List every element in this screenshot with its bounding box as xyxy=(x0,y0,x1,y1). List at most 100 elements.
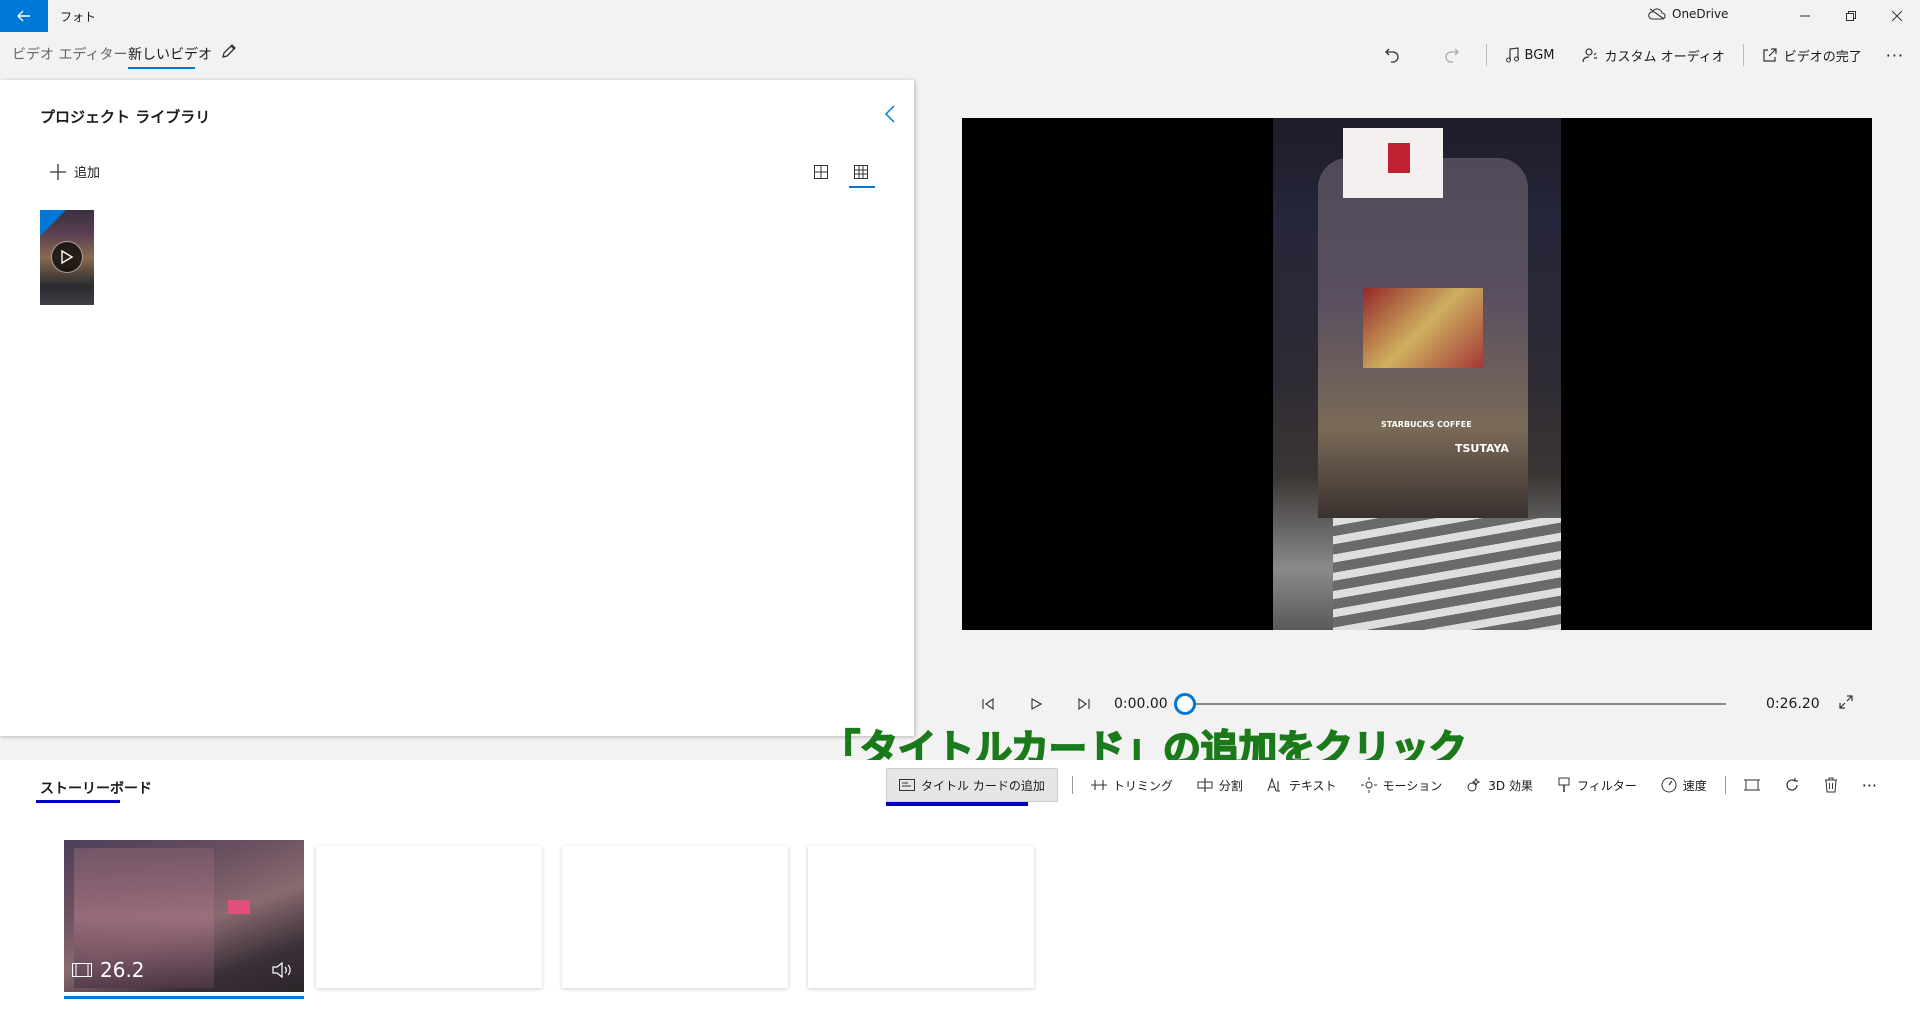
add-media-label: 追加 xyxy=(74,166,101,181)
play-button[interactable] xyxy=(1026,694,1046,714)
play-video-button[interactable] xyxy=(51,241,83,273)
collapse-library-button[interactable] xyxy=(884,104,896,128)
seek-thumb[interactable] xyxy=(1174,693,1196,715)
previous-frame-button[interactable] xyxy=(978,694,998,714)
split-button[interactable]: 分割 xyxy=(1185,768,1255,802)
plus-icon xyxy=(50,163,66,180)
breadcrumb-video-editor[interactable]: ビデオ エディター xyxy=(12,44,127,64)
small-grid-view-button[interactable] xyxy=(849,162,873,182)
close-button[interactable] xyxy=(1874,0,1920,32)
restore-button[interactable] xyxy=(1828,0,1874,32)
trim-label: トリミング xyxy=(1112,778,1173,793)
motion-button[interactable]: モーション xyxy=(1349,768,1455,802)
trim-icon xyxy=(1090,780,1107,790)
redo-button[interactable] xyxy=(1422,40,1482,70)
cloud-off-icon xyxy=(1648,8,1666,20)
restore-icon xyxy=(1846,11,1856,21)
add-media-button[interactable]: 追加 xyxy=(50,162,100,181)
storyboard-toolbar: タイトル カードの追加 トリミング 分割 テキスト モーション 3D 効果 フィ… xyxy=(886,768,1889,806)
clip-selected-underline xyxy=(64,996,304,999)
bgm-button[interactable]: BGM xyxy=(1491,40,1569,70)
used-in-project-corner xyxy=(40,210,66,236)
more-options-button[interactable]: ··· xyxy=(1876,40,1920,70)
video-frame-image: STARBUCKS COFFEE TSUTAYA xyxy=(1273,118,1561,630)
undo-button[interactable] xyxy=(1362,40,1422,70)
project-library-title: プロジェクト ライブラリ xyxy=(40,108,211,126)
3d-effects-label: 3D 効果 xyxy=(1488,778,1533,793)
scene-sign-starbucks: STARBUCKS COFFEE xyxy=(1381,420,1472,429)
title-card-icon xyxy=(899,779,915,791)
storyboard-clip[interactable]: 26.2 xyxy=(64,840,304,992)
bgm-label: BGM xyxy=(1524,47,1555,63)
speed-label: 速度 xyxy=(1682,778,1707,793)
empty-storyboard-slot[interactable] xyxy=(562,846,788,988)
view-selected-underline xyxy=(849,186,875,188)
command-separator xyxy=(1742,44,1744,66)
trash-icon xyxy=(1824,777,1837,793)
resize-button[interactable] xyxy=(1732,768,1772,802)
resize-frame-icon xyxy=(1743,779,1760,791)
motion-label: モーション xyxy=(1382,778,1443,793)
onedrive-status[interactable]: OneDrive xyxy=(1648,7,1728,21)
command-separator xyxy=(1485,44,1487,66)
split-label: 分割 xyxy=(1218,778,1243,793)
step-back-icon xyxy=(982,698,994,710)
large-grid-view-button[interactable] xyxy=(809,162,833,182)
split-icon xyxy=(1197,778,1213,792)
next-frame-button[interactable] xyxy=(1074,694,1094,714)
trim-button[interactable]: トリミング xyxy=(1079,768,1185,802)
fullscreen-button[interactable] xyxy=(1838,694,1854,714)
filter-brush-icon xyxy=(1558,777,1570,792)
film-icon xyxy=(72,963,92,977)
clip-info: 26.2 xyxy=(72,958,145,982)
empty-storyboard-slot[interactable] xyxy=(808,846,1034,988)
scene-sign-tsutaya: TSUTAYA xyxy=(1455,442,1509,455)
delete-button[interactable] xyxy=(1812,768,1850,802)
rename-button[interactable] xyxy=(220,42,238,64)
minimize-icon xyxy=(1800,15,1810,17)
speaker-icon xyxy=(272,961,291,979)
minimize-button[interactable] xyxy=(1782,0,1828,32)
video-preview[interactable]: STARBUCKS COFFEE TSUTAYA xyxy=(962,118,1872,630)
empty-storyboard-slot[interactable] xyxy=(316,846,542,988)
breadcrumb-chevron-icon: › xyxy=(104,44,110,60)
finish-video-button[interactable]: ビデオの完了 xyxy=(1748,40,1876,70)
share-export-icon xyxy=(1763,48,1777,62)
custom-audio-button[interactable]: カスタム オーディオ xyxy=(1568,40,1738,70)
filter-button[interactable]: フィルター xyxy=(1545,768,1649,802)
finish-video-label: ビデオの完了 xyxy=(1783,49,1862,65)
add-title-card-button[interactable]: タイトル カードの追加 xyxy=(886,768,1058,806)
filter-label: フィルター xyxy=(1576,778,1637,793)
rotate-button[interactable] xyxy=(1772,768,1812,802)
project-library-panel: プロジェクト ライブラリ 追加 xyxy=(0,80,914,736)
storyboard-title: ストーリーボード xyxy=(40,781,152,797)
close-icon xyxy=(1892,11,1902,21)
more-storyboard-options-button[interactable]: ··· xyxy=(1850,768,1889,802)
seek-track[interactable] xyxy=(1178,703,1726,705)
person-audio-icon xyxy=(1582,48,1598,63)
expand-icon xyxy=(1839,695,1853,709)
storyboard-title-underline xyxy=(36,800,120,803)
app-title: フォト xyxy=(60,10,97,24)
clip-duration: 26.2 xyxy=(100,958,145,982)
3d-effects-icon xyxy=(1467,777,1481,792)
back-button[interactable] xyxy=(0,0,48,32)
speedometer-icon xyxy=(1661,777,1677,793)
step-forward-icon xyxy=(1078,698,1090,710)
play-icon xyxy=(1031,698,1042,710)
current-time: 0:00.00 xyxy=(1114,696,1168,712)
speed-button[interactable]: 速度 xyxy=(1649,768,1719,802)
library-media-thumbnail[interactable] xyxy=(40,210,94,305)
text-label: テキスト xyxy=(1288,778,1337,793)
text-button[interactable]: テキスト xyxy=(1255,768,1349,802)
grid-small-icon xyxy=(854,165,868,179)
onedrive-label: OneDrive xyxy=(1672,7,1729,21)
scene-led-screen xyxy=(1363,288,1483,368)
command-bar: ビデオ エディター › 新しいビデオ BGM カスタム オーディオ ビデオの完了… xyxy=(0,32,1920,78)
storyboard-panel: ストーリーボード タイトル カードの追加 トリミング 分割 テキスト モーション… xyxy=(0,760,1920,1021)
text-icon xyxy=(1267,778,1280,792)
clip-volume-button[interactable] xyxy=(272,961,294,982)
3d-effects-button[interactable]: 3D 効果 xyxy=(1454,768,1545,802)
music-note-icon xyxy=(1505,47,1519,63)
custom-audio-label: カスタム オーディオ xyxy=(1604,49,1725,65)
